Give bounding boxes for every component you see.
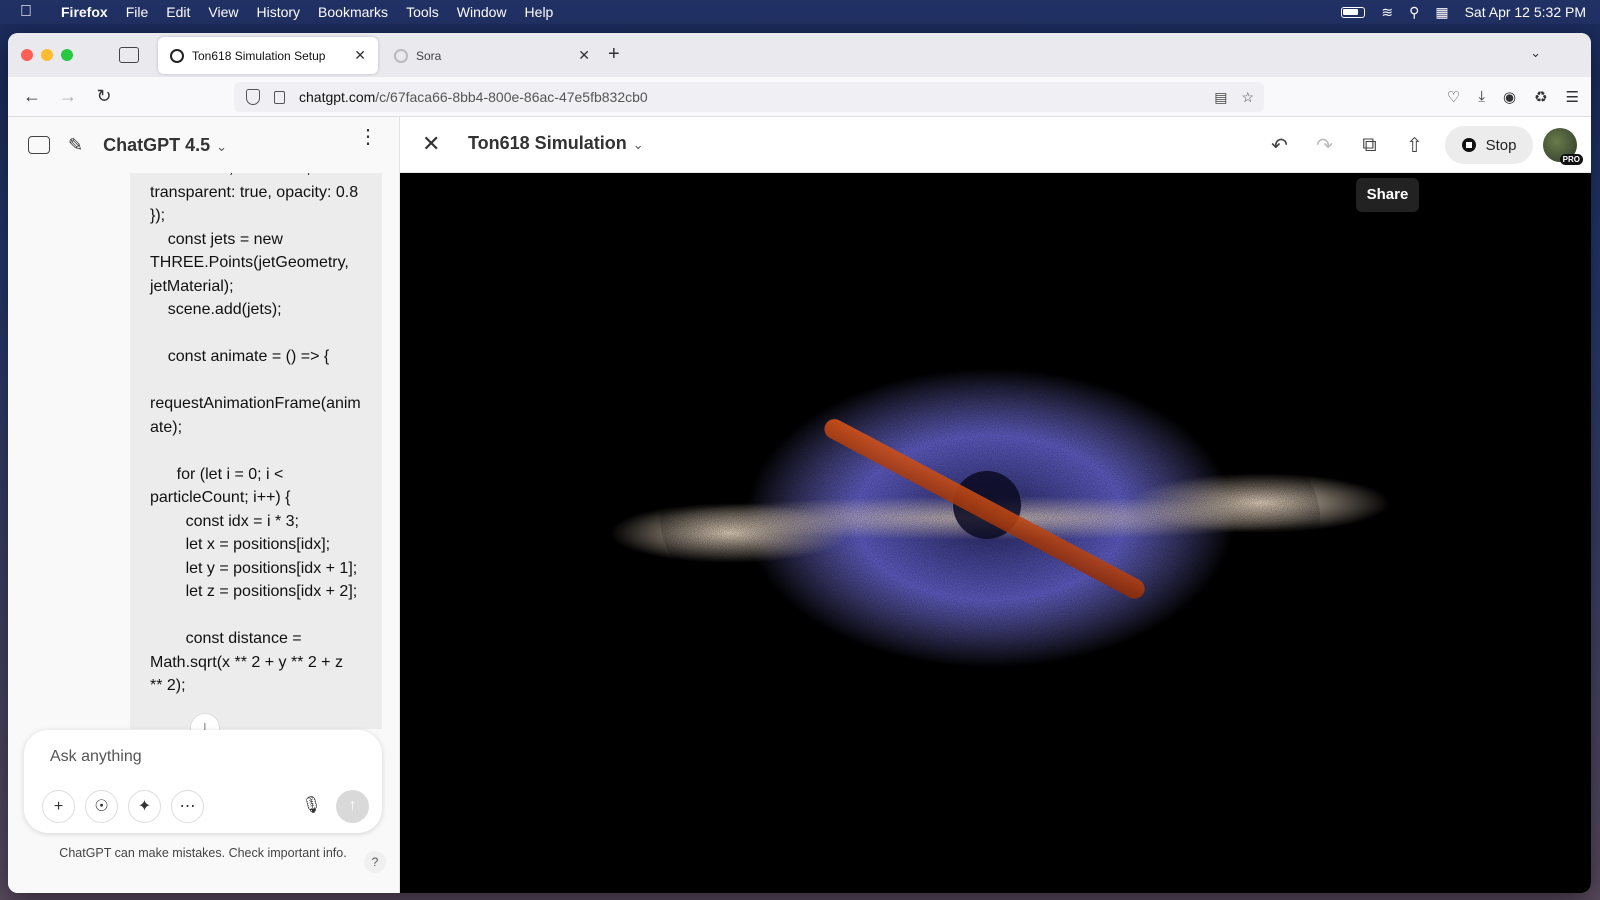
url-path: /c/67faca66-8bb4-800e-86ac-47e5fb832cb0 (375, 89, 648, 105)
ellipsis-icon[interactable]: ⋯ (171, 790, 204, 823)
edit-icon[interactable]: ✎ (68, 135, 83, 156)
menu-window[interactable]: Window (448, 4, 516, 20)
prompt-input[interactable]: Ask anything (50, 748, 142, 766)
disclaimer: ChatGPT can make mistakes. Check importa… (59, 846, 347, 860)
menu-bookmarks[interactable]: Bookmarks (309, 4, 397, 20)
menu-view[interactable]: View (199, 4, 247, 20)
menu-firefox[interactable]: Firefox (52, 4, 117, 20)
redo-icon[interactable]: ↷ (1302, 133, 1347, 158)
more-icon[interactable]: ⋮ (358, 127, 378, 147)
copy-icon[interactable]: ⧉ (1347, 134, 1392, 157)
zoom-window-button[interactable] (61, 49, 73, 61)
close-icon[interactable]: ✕ (578, 47, 590, 64)
stop-icon (1461, 138, 1476, 152)
tools-icon[interactable]: ✦ (128, 790, 161, 823)
share-icon[interactable]: ⇧ (1392, 133, 1437, 158)
menu-edit[interactable]: Edit (157, 4, 199, 20)
tab-ton618[interactable]: Ton618 Simulation Setup ✕ (158, 37, 378, 74)
chevron-down-icon[interactable]: ⌄ (1530, 45, 1541, 61)
window-controls (21, 49, 73, 61)
pro-badge: PRO (1559, 154, 1583, 165)
model-selector[interactable]: ChatGPT 4.5 ⌄ (103, 135, 227, 156)
chat-header: ✎ ChatGPT 4.5 ⌄ ⋮ (8, 117, 400, 173)
stop-button[interactable]: Stop (1445, 126, 1533, 164)
tab-list-icon[interactable] (119, 47, 139, 63)
battery-icon[interactable] (1341, 6, 1366, 18)
back-icon[interactable]: ← (14, 86, 50, 107)
navigation-bar: ← → ↻ chatgpt.com/c/67faca66-8bb4-800e-8… (8, 77, 1591, 117)
reader-icon[interactable]: ▤ (1214, 89, 1227, 106)
chatgpt-favicon-icon (170, 48, 184, 63)
globe-icon[interactable]: ☉ (85, 790, 118, 823)
reload-icon[interactable]: ↻ (86, 86, 122, 107)
star-icon[interactable]: ☆ (1241, 89, 1254, 106)
menu-tools[interactable]: Tools (397, 4, 448, 20)
extensions-icon[interactable]: ♻ (1534, 88, 1547, 106)
menu-help[interactable]: Help (516, 4, 563, 20)
minimize-window-button[interactable] (41, 49, 53, 61)
account-icon[interactable]: ◉ (1503, 88, 1516, 106)
canvas-title[interactable]: Ton618 Simulation ⌄ (468, 133, 644, 154)
model-name: ChatGPT 4.5 (103, 134, 211, 155)
help-button[interactable]: ? (364, 851, 386, 873)
menu-icon[interactable]: ☰ (1566, 88, 1579, 106)
composer: Ask anything + ☉ ✦ ⋯ 🎙 ↑ (24, 730, 382, 833)
chevron-down-icon: ⌄ (216, 138, 228, 154)
sidebar-toggle-icon[interactable] (28, 136, 50, 154)
tab-strip: Ton618 Simulation Setup ✕ Sora ✕ + ⌄ (8, 33, 1591, 77)
menu-history[interactable]: History (247, 4, 309, 20)
mic-icon[interactable]: 🎙 (295, 790, 328, 823)
plus-icon[interactable]: + (42, 790, 75, 823)
tab-sora[interactable]: Sora ✕ (382, 37, 602, 74)
url-host: chatgpt.com (299, 89, 376, 105)
address-bar[interactable]: chatgpt.com/c/67faca66-8bb4-800e-86ac-47… (234, 82, 1264, 112)
tab-title: Sora (416, 48, 442, 63)
chat-panel: ✎ ChatGPT 4.5 ⌄ ⋮ 0x88eeff, size: 0.03, t… (8, 117, 400, 893)
chevron-down-icon: ⌄ (632, 137, 644, 152)
close-window-button[interactable] (21, 49, 33, 61)
code-message: 0x88eeff, size: 0.03, transparent: true,… (130, 173, 382, 729)
forward-icon[interactable]: → (50, 86, 86, 107)
pocket-icon[interactable]: ♡ (1447, 88, 1460, 106)
macos-menubar:  Firefox File Edit View History Bookmar… (0, 0, 1600, 24)
menu-file[interactable]: File (117, 4, 158, 20)
search-icon[interactable]: ⚲ (1409, 4, 1419, 21)
close-icon[interactable]: ✕ (422, 131, 440, 157)
undo-icon[interactable]: ↶ (1257, 133, 1302, 158)
send-icon[interactable]: ↑ (336, 790, 369, 823)
canvas-panel: ✕ Ton618 Simulation ⌄ ↶ ↷ ⧉ ⇧ Stop PRO (400, 117, 1591, 893)
canvas-title-text: Ton618 Simulation (468, 133, 627, 153)
wifi-icon[interactable]: ≋ (1381, 4, 1393, 21)
apple-icon[interactable]:  (0, 3, 52, 21)
stop-label: Stop (1485, 136, 1517, 154)
code-text: 0x88eeff, size: 0.03, transparent: true,… (150, 173, 361, 694)
control-center-icon[interactable]: ▦ (1435, 4, 1448, 21)
lock-icon[interactable] (274, 90, 285, 104)
canvas-header: ✕ Ton618 Simulation ⌄ ↶ ↷ ⧉ ⇧ Stop PRO (400, 117, 1591, 173)
sora-favicon-icon (394, 48, 408, 63)
url-text[interactable]: chatgpt.com/c/67faca66-8bb4-800e-86ac-47… (299, 89, 648, 105)
avatar[interactable]: PRO (1543, 128, 1583, 165)
shield-icon[interactable] (246, 89, 260, 105)
plus-icon[interactable]: + (608, 43, 620, 66)
tab-title: Ton618 Simulation Setup (192, 48, 326, 63)
download-icon[interactable]: ⤓ (1478, 88, 1485, 106)
simulation-canvas[interactable] (400, 173, 1591, 893)
close-icon[interactable]: ✕ (354, 47, 366, 64)
menubar-clock[interactable]: Sat Apr 12 5:32 PM (1465, 4, 1586, 20)
browser-window: Ton618 Simulation Setup ✕ Sora ✕ + ⌄ ← →… (8, 33, 1591, 893)
share-tooltip: Share (1356, 178, 1419, 212)
